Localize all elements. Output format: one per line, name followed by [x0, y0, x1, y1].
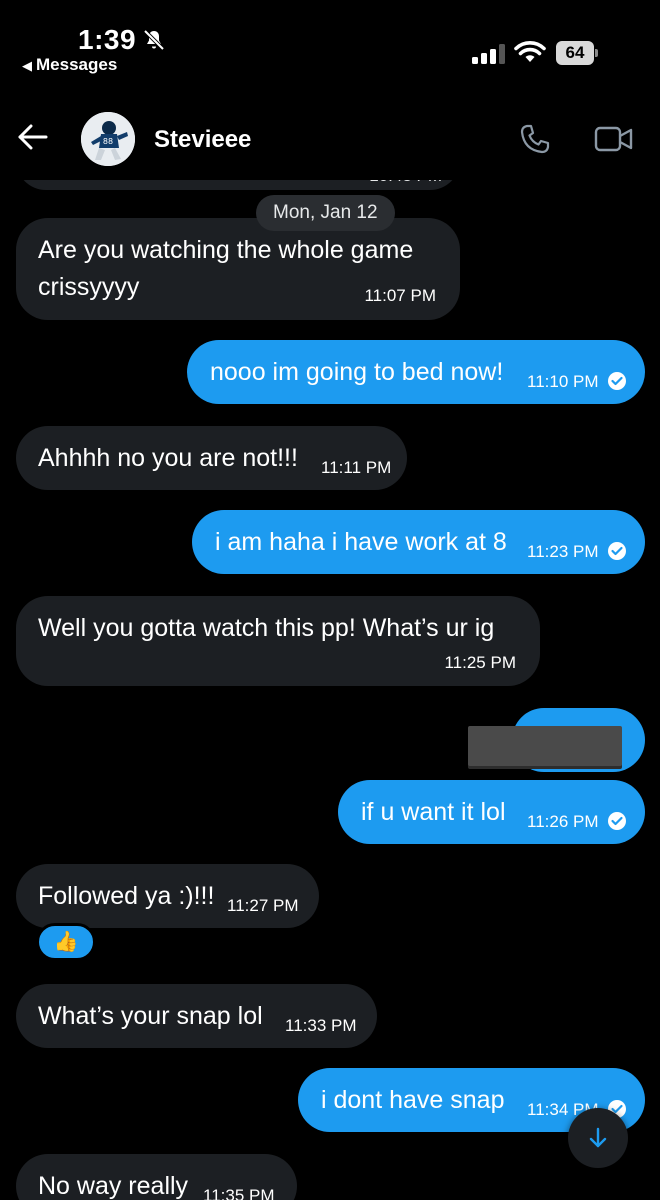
message-text: nooo im going to bed now! [210, 358, 504, 386]
message-time: 11:25 PM [444, 653, 516, 672]
message-time: 11:33 PM [285, 1016, 357, 1035]
message-time: 11:26 PM [527, 812, 599, 831]
date-divider: Mon, Jan 12 [256, 195, 395, 231]
status-time: 1:39 [78, 24, 137, 55]
sent-message-bubble[interactable]: i am haha i have work at 8 11:23 PM [192, 510, 645, 574]
contact-avatar[interactable]: 88 [81, 112, 135, 166]
message-time: 11:35 PM [203, 1186, 275, 1200]
message-time: 11:10 PM [527, 372, 599, 391]
scroll-to-bottom-button[interactable] [568, 1108, 628, 1168]
sent-message-bubble[interactable]: if u want it lol 11:26 PM [338, 780, 645, 844]
received-message-bubble[interactable]: Ahhhh no you are not!!! 11:11 PM [16, 426, 407, 490]
message-text: i am haha i have work at 8 [215, 528, 507, 556]
received-message-bubble[interactable]: No way really 11:35 PM [16, 1154, 297, 1200]
back-app-label: Messages [36, 55, 118, 74]
message-text: Well you gotta watch this pp! What’s ur … [38, 614, 495, 642]
read-receipt-check-icon [608, 812, 626, 830]
message-text-line2: crissyyyy [38, 273, 140, 301]
received-message-bubble[interactable]: Followed ya :)!!! 11:27 PM [16, 864, 319, 928]
sent-message-bubble[interactable]: nooo im going to bed now! 11:10 PM [187, 340, 645, 404]
received-message-bubble[interactable]: Well you gotta watch this pp! What’s ur … [16, 596, 540, 686]
muted-bell-icon [143, 29, 165, 51]
wifi-icon [514, 41, 546, 62]
video-call-icon[interactable] [594, 124, 634, 154]
received-message-bubble[interactable]: What’s your snap lol 11:33 PM [16, 984, 377, 1048]
back-arrow-icon[interactable] [16, 120, 50, 154]
thumbs-up-reaction[interactable]: 👍 [36, 923, 96, 961]
message-text: if u want it lol [361, 798, 506, 826]
read-receipt-check-icon [608, 542, 626, 560]
contact-name[interactable]: Stevieee [154, 126, 251, 154]
cellular-signal-icon [472, 44, 505, 64]
back-triangle-icon: ◀ [22, 58, 32, 73]
message-text: What’s your snap lol [38, 1002, 263, 1030]
message-time: 11:23 PM [527, 542, 599, 561]
message-time: 11:11 PM [321, 458, 392, 477]
message-text: Followed ya :)!!! [38, 882, 215, 910]
back-to-app-link[interactable]: ◀ Messages [22, 55, 117, 75]
message-text: i dont have snap [321, 1086, 505, 1114]
battery-icon: 64 [556, 41, 598, 65]
message-text: Are you watching the whole game [38, 236, 414, 264]
conversation-header: 88 Stevieee [0, 100, 660, 180]
redacted-block [468, 726, 622, 766]
svg-text:88: 88 [103, 137, 113, 146]
read-receipt-check-icon [608, 372, 626, 390]
arrow-down-icon [589, 1127, 607, 1148]
message-text: Ahhhh no you are not!!! [38, 444, 298, 472]
message-time: 11:27 PM [227, 896, 299, 915]
battery-level: 64 [556, 41, 594, 65]
received-message-bubble[interactable]: Are you watching the whole game crissyyy… [16, 218, 460, 320]
phone-call-icon[interactable] [518, 122, 552, 156]
message-time: 11:07 PM [364, 286, 436, 305]
message-text: No way really [38, 1172, 189, 1200]
status-bar: 1:39 ◀ Messages 64 [0, 0, 660, 88]
football-player-avatar-icon: 88 [81, 112, 135, 166]
